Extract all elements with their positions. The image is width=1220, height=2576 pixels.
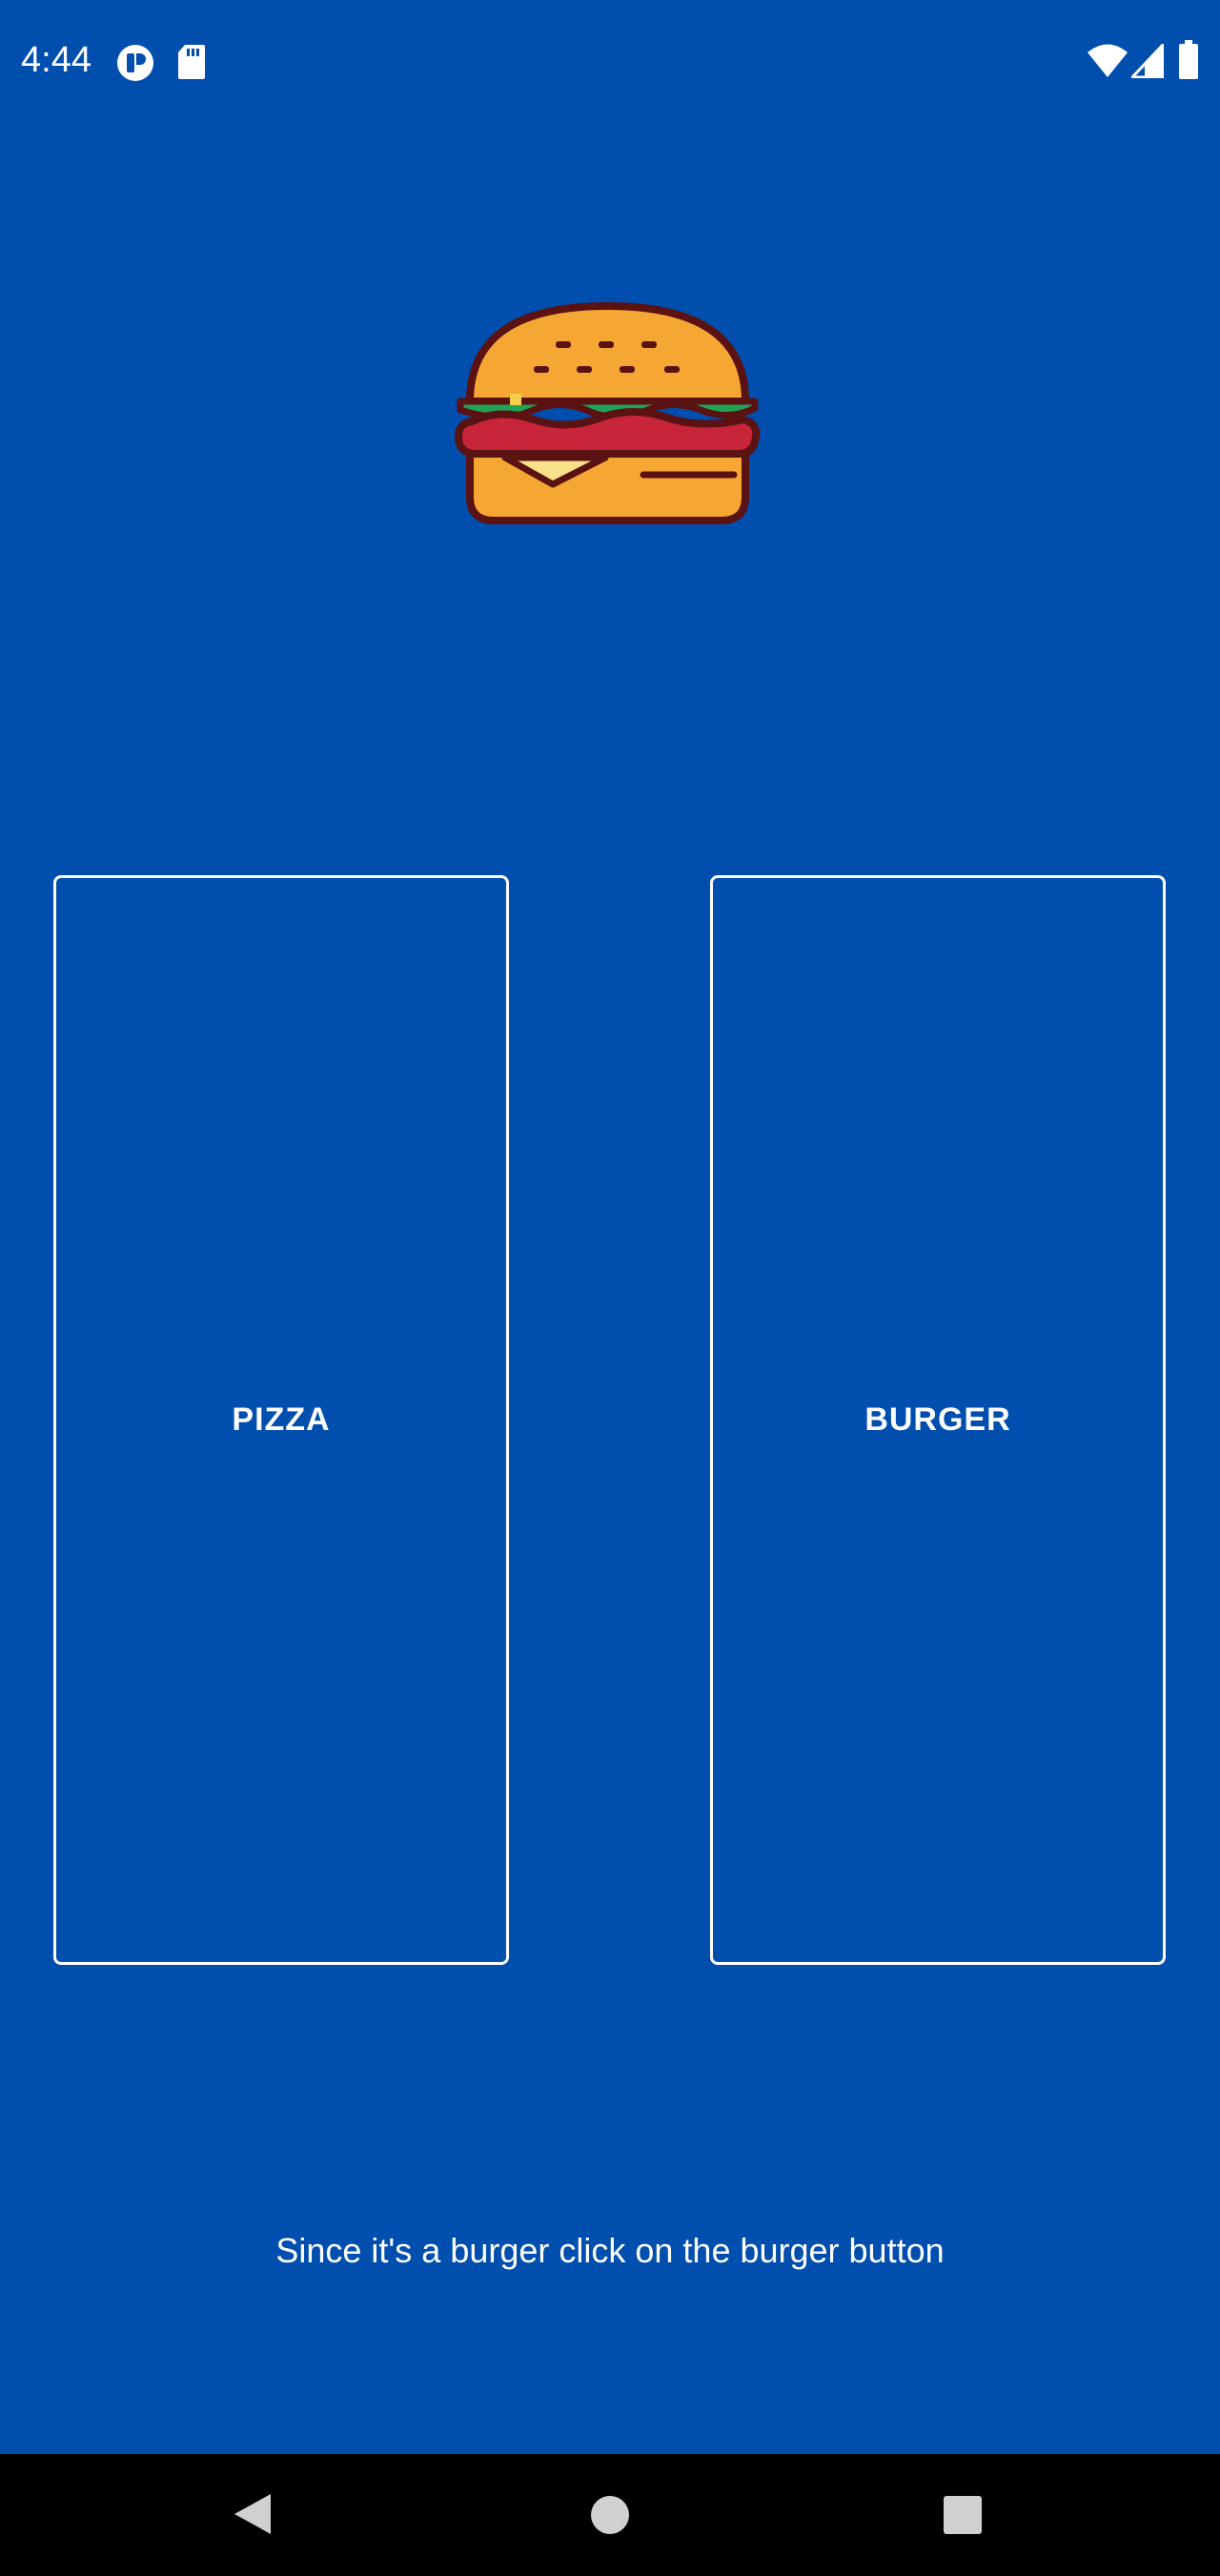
screen: 4:44 PIZZA BURGER Since it's a burger cl… bbox=[0, 0, 1220, 2576]
burger-icon bbox=[455, 302, 761, 524]
hint-text: Since it's a burger click on the burger … bbox=[275, 2231, 945, 2270]
app-notification-icon bbox=[117, 45, 153, 81]
back-icon[interactable] bbox=[233, 2492, 273, 2536]
battery-icon bbox=[1179, 40, 1198, 79]
sd-card-icon bbox=[178, 45, 205, 79]
status-time: 4:44 bbox=[21, 40, 92, 80]
navigation-bar bbox=[0, 2454, 1220, 2576]
recents-icon[interactable] bbox=[944, 2496, 982, 2534]
wifi-icon bbox=[1088, 44, 1128, 77]
status-bar: 4:44 bbox=[0, 0, 1220, 124]
home-icon[interactable] bbox=[590, 2495, 630, 2535]
pizza-button[interactable]: PIZZA bbox=[53, 875, 509, 1965]
cell-signal-icon bbox=[1131, 44, 1164, 78]
burger-button-label: BURGER bbox=[864, 1401, 1011, 1438]
burger-button[interactable]: BURGER bbox=[710, 875, 1166, 1965]
pizza-button-label: PIZZA bbox=[232, 1401, 331, 1438]
